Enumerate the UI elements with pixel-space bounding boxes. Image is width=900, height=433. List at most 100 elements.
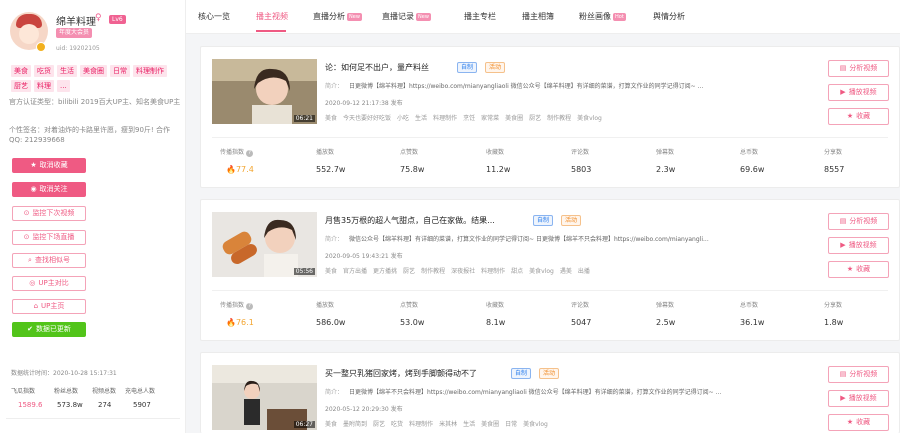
favorite-button[interactable]: ★ 收藏 xyxy=(828,261,889,278)
tab-sentiment[interactable]: 舆情分析 xyxy=(653,11,685,22)
video-tag[interactable]: 美食圈 xyxy=(505,115,523,122)
video-tag[interactable]: 美食vlog xyxy=(523,421,548,428)
data-updated-button[interactable]: ✔ 数据已更新 xyxy=(12,322,86,337)
video-tag[interactable]: 料理制作 xyxy=(481,268,505,275)
summary-charge-value: 5907 xyxy=(133,401,151,409)
compare-button[interactable]: ◎ UP主对比 xyxy=(12,276,86,291)
video-tag[interactable]: 厨艺 xyxy=(373,421,385,428)
collect-count: 8.1w xyxy=(486,318,506,327)
video-tag[interactable]: 米其林 xyxy=(439,421,457,428)
profile-tag[interactable]: 厨艺 xyxy=(11,80,31,92)
star-icon: ★ xyxy=(846,112,854,120)
play-label: 播放视频 xyxy=(848,394,877,402)
cancel-favorite-button[interactable]: ★ 取消收藏 xyxy=(12,158,86,173)
cancel-follow-button[interactable]: ◉ 取消关注 xyxy=(12,182,86,197)
video-title[interactable]: 买一整只乳猪回家烤，烤到手脚颤得动不了 xyxy=(325,368,477,379)
up-home-button[interactable]: ⌂ UP主页 xyxy=(12,299,86,314)
tab-fan-profile[interactable]: 粉丝画像 Hot xyxy=(579,11,626,22)
stat-label: 播放数 xyxy=(316,302,335,309)
video-tag[interactable]: 美食vlog xyxy=(529,268,554,275)
video-description: 简介： 日更微博【绵羊不只会料理】https://weibo.com/mianya… xyxy=(325,387,810,396)
video-tag[interactable]: 墨附简到 xyxy=(343,421,367,428)
comment-count: 5803 xyxy=(571,165,592,174)
profile-tag[interactable]: 日常 xyxy=(110,65,130,77)
tab-label: 舆情分析 xyxy=(653,12,685,21)
monitor-next-video-label: 监控下次视频 xyxy=(32,209,75,217)
video-tag[interactable]: 烹饪 xyxy=(463,115,475,122)
help-icon[interactable]: ? xyxy=(246,303,254,310)
publish-time: 2020-09-05 19:43:21 发布 xyxy=(325,253,403,260)
coin-count: 36.1w xyxy=(740,318,765,327)
video-tag[interactable]: 生活 xyxy=(463,421,475,428)
profile-tag[interactable]: 料理 xyxy=(34,80,54,92)
video-tag[interactable]: 家常菜 xyxy=(481,115,499,122)
publish-time: 2020-05-12 20:29:30 发布 xyxy=(325,406,403,413)
play-video-button[interactable]: ▶ 播放视频 xyxy=(828,390,889,407)
profile-tag[interactable]: 美食圈 xyxy=(80,65,107,77)
video-tag[interactable]: 深夜报社 xyxy=(451,268,475,275)
video-tag[interactable]: 更方播挑 xyxy=(373,268,397,275)
spread-index-value: 🔥77.4 xyxy=(226,165,254,174)
video-tag[interactable]: 美食圈 xyxy=(481,421,499,428)
tab-live-records[interactable]: 直播记录 New xyxy=(382,11,431,22)
video-tag[interactable]: 制作教程 xyxy=(547,115,571,122)
video-tag[interactable]: 美食 xyxy=(325,115,337,122)
profile-tag[interactable]: 吃货 xyxy=(34,65,54,77)
video-tag[interactable]: 美食 xyxy=(325,268,337,275)
video-thumbnail[interactable]: 05:56 xyxy=(212,212,317,277)
video-tag[interactable]: 小吃 xyxy=(397,115,409,122)
avatar-face xyxy=(19,24,39,44)
video-tag[interactable]: 厨艺 xyxy=(529,115,541,122)
stat-label: 分享数 xyxy=(824,302,843,309)
monitor-next-live-label: 监控下场直播 xyxy=(32,233,75,241)
video-tag[interactable]: 日常 xyxy=(505,421,517,428)
video-tag[interactable]: 料理制作 xyxy=(433,115,457,122)
video-title[interactable]: 论：如何足不出户，量产料丝 xyxy=(325,62,429,73)
more-tags[interactable]: ... xyxy=(57,80,70,92)
video-tag[interactable]: 厨艺 xyxy=(403,268,415,275)
desc-label: 简介： xyxy=(325,83,344,90)
video-tag[interactable]: 生活 xyxy=(415,115,427,122)
video-title[interactable]: 月售35万根的超人气甜点，自己在家做。结果... xyxy=(325,215,495,226)
tab-overview[interactable]: 核心一览 xyxy=(198,11,230,22)
tab-live-analysis[interactable]: 直播分析 New xyxy=(313,11,362,22)
video-tag[interactable]: 官方出播 xyxy=(343,268,367,275)
video-tag[interactable]: 出播 xyxy=(578,268,590,275)
stat-label: 收藏数 xyxy=(486,302,505,309)
event-badge: 活动 xyxy=(561,215,582,226)
divider xyxy=(6,418,180,419)
profile-tag[interactable]: 生活 xyxy=(57,65,77,77)
analyze-video-button[interactable]: ▤ 分析视频 xyxy=(828,366,889,383)
help-icon[interactable]: ? xyxy=(246,150,254,157)
tab-columns[interactable]: 播主专栏 xyxy=(464,11,496,22)
video-tag[interactable]: 遇美 xyxy=(560,268,572,275)
video-tag[interactable]: 吃货 xyxy=(391,421,403,428)
video-tag[interactable]: 料理制作 xyxy=(409,421,433,428)
tab-albums[interactable]: 播主相簿 xyxy=(522,11,554,22)
find-similar-button[interactable]: ⌕ 查找相似号 xyxy=(12,253,86,268)
monitor-next-live-button[interactable]: ⊙ 监控下场直播 xyxy=(12,230,86,245)
video-tag[interactable]: 制作教程 xyxy=(421,268,445,275)
video-tag[interactable]: 美食 xyxy=(325,421,337,428)
tab-videos[interactable]: 播主视频 xyxy=(256,11,288,22)
video-thumbnail[interactable]: 06:21 xyxy=(212,59,317,124)
analyze-video-button[interactable]: ▤ 分析视频 xyxy=(828,213,889,230)
analyze-label: 分析视频 xyxy=(849,370,878,378)
event-badge: 活动 xyxy=(539,368,560,379)
profile-tag[interactable]: 料理制作 xyxy=(133,65,167,77)
self-made-badge: 自制 xyxy=(511,368,532,379)
profile-tag[interactable]: 美食 xyxy=(11,65,31,77)
play-video-button[interactable]: ▶ 播放视频 xyxy=(828,84,889,101)
video-tag[interactable]: 甜点 xyxy=(511,268,523,275)
chart-icon: ▤ xyxy=(839,217,847,225)
analyze-video-button[interactable]: ▤ 分析视频 xyxy=(828,60,889,77)
monitor-next-video-button[interactable]: ⊙ 监控下次视频 xyxy=(12,206,86,221)
video-tag[interactable]: 美食vlog xyxy=(577,115,602,122)
desc-text: 日更微博【绵羊不只会料理】https://weibo.com/mianyangl… xyxy=(349,389,722,396)
play-icon: ▶ xyxy=(840,394,846,402)
video-thumbnail[interactable]: 06:27 xyxy=(212,365,317,430)
favorite-button[interactable]: ★ 收藏 xyxy=(828,414,889,431)
video-tag[interactable]: 今天也要好好吃饭 xyxy=(343,115,391,122)
play-video-button[interactable]: ▶ 播放视频 xyxy=(828,237,889,254)
favorite-button[interactable]: ★ 收藏 xyxy=(828,108,889,125)
